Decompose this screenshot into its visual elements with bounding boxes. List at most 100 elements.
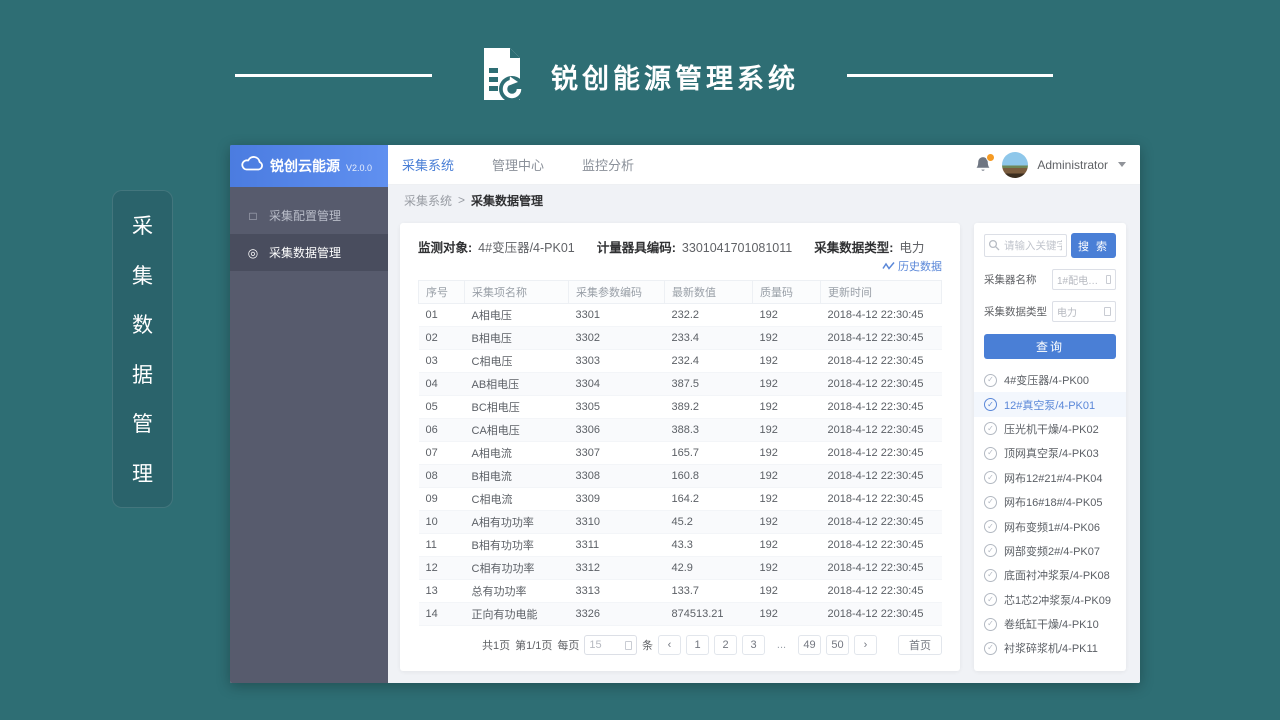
cell-update-time: 2018-4-12 22:30:45 [821,580,942,603]
page-number-button[interactable]: 2 [714,635,737,655]
collector-select[interactable]: 1#配电柜采集器 [1052,269,1116,290]
cell-latest-value: 232.4 [665,350,753,373]
cell-update-time: 2018-4-12 22:30:45 [821,396,942,419]
check-circle-icon: ✓ [984,447,997,460]
datatype-label: 采集数据类型 [984,304,1047,319]
page-number-button[interactable]: ... [770,635,793,655]
page-number-button[interactable]: 49 [798,635,821,655]
first-page-button[interactable]: 首页 [898,635,942,655]
notification-bell-icon[interactable] [975,156,993,174]
top-nav-item[interactable]: 管理中心 [492,155,544,174]
data-card: 监测对象: 4#变压器/4-PK01 计量器具编码: 3301041701081… [400,223,960,671]
device-list-item[interactable]: ✓ 网布变频1#/4-PK06 [984,514,1116,538]
cell-quality-code: 192 [753,557,821,580]
device-label: 12#真空泵/4-PK01 [1004,397,1095,413]
cell-quality-code: 192 [753,534,821,557]
cell-item-name: CA相电压 [465,419,569,442]
device-label: 网部变频2#/4-PK07 [1004,543,1100,559]
badge-char: 理 [132,458,153,488]
badge-char: 管 [132,408,153,438]
per-page-select[interactable]: 15 [584,635,637,655]
cell-update-time: 2018-4-12 22:30:45 [821,327,942,350]
device-list-item[interactable]: ✓ 网布12#21#/4-PK04 [984,466,1116,490]
device-label: 4#变压器/4-PK00 [1004,372,1089,388]
cell-latest-value: 387.5 [665,373,753,396]
query-button[interactable]: 查询 [984,334,1116,359]
device-list-item[interactable]: ✓ 顶网真空泵/4-PK03 [984,441,1116,465]
cell-update-time: 2018-4-12 22:30:45 [821,442,942,465]
user-name[interactable]: Administrator [1037,158,1108,172]
table-row: 03 C相电压 3303 232.4 192 2018-4-12 22:30:4… [419,350,942,373]
check-circle-icon: ✓ [984,544,997,557]
table-row: 08 B相电流 3308 160.8 192 2018-4-12 22:30:4… [419,465,942,488]
cell-latest-value: 42.9 [665,557,753,580]
monitor-info-bar: 监测对象: 4#变压器/4-PK01 计量器具编码: 3301041701081… [418,237,942,256]
table-header-cell: 采集项名称 [465,281,569,304]
table-row: 13 总有功功率 3313 133.7 192 2018-4-12 22:30:… [419,580,942,603]
next-page-button[interactable]: › [854,635,877,655]
table-header-cell: 更新时间 [821,281,942,304]
device-list-item[interactable]: ✓ 网布16#18#/4-PK05 [984,490,1116,514]
chevron-down-icon[interactable] [1118,162,1126,167]
device-list-item[interactable]: ✓ 压光机干燥/4-PK02 [984,417,1116,441]
data-type-value: 电力 [899,237,924,256]
cell-latest-value: 43.3 [665,534,753,557]
cell-param-code: 3308 [569,465,665,488]
dropdown-caret-icon [1106,275,1111,284]
history-link-label: 历史数据 [898,258,942,274]
vertical-title-badge: 采集数据管理 [112,190,173,508]
banner-rule-left [235,74,432,77]
table-row: 09 C相电流 3309 164.2 192 2018-4-12 22:30:4… [419,488,942,511]
sidebar-menu-item[interactable]: ◎ 采集数据管理 [230,234,388,271]
device-label: 芯1芯2冲浆泵/4-PK09 [1004,592,1111,608]
top-nav-item[interactable]: 监控分析 [582,155,634,174]
device-list-item[interactable]: ✓ 卷纸缸干燥/4-PK10 [984,612,1116,636]
page-number-button[interactable]: 1 [686,635,709,655]
cell-update-time: 2018-4-12 22:30:45 [821,419,942,442]
cell-update-time: 2018-4-12 22:30:45 [821,557,942,580]
cell-quality-code: 192 [753,327,821,350]
datatype-select[interactable]: 电力 [1052,301,1116,322]
logo-version: V2.0.0 [346,163,372,173]
device-label: 压光机干燥/4-PK02 [1004,421,1099,437]
top-nav-item[interactable]: 采集系统 [402,155,454,174]
cell-item-name: C相有功功率 [465,557,569,580]
check-circle-icon: ✓ [984,374,997,387]
check-circle-icon: ✓ [984,618,997,631]
table-header-cell: 质量码 [753,281,821,304]
sidebar-menu-item[interactable]: □ 采集配置管理 [230,197,388,234]
datatype-filter-row: 采集数据类型 电力 [984,301,1116,322]
cell-seq: 04 [419,373,465,396]
check-circle-icon: ✓ [984,398,997,411]
cell-update-time: 2018-4-12 22:30:45 [821,465,942,488]
document-sync-icon [472,44,530,104]
cell-item-name: 正向有功电能 [465,603,569,626]
cell-seq: 07 [419,442,465,465]
device-list-item[interactable]: ✓ 12#真空泵/4-PK01 [974,392,1126,416]
table-header-cell: 序号 [419,281,465,304]
prev-page-button[interactable]: ‹ [658,635,681,655]
breadcrumb-separator: > [458,193,465,207]
cell-seq: 01 [419,304,465,327]
dropdown-caret-icon [625,641,632,650]
user-cluster: Administrator [975,152,1126,178]
avatar[interactable] [1002,152,1028,178]
search-button[interactable]: 搜 索 [1071,233,1116,258]
logo-text: 锐创云能源 [270,156,340,176]
table-row: 06 CA相电压 3306 388.3 192 2018-4-12 22:30:… [419,419,942,442]
cell-update-time: 2018-4-12 22:30:45 [821,304,942,327]
device-label: 网布12#21#/4-PK04 [1004,470,1102,486]
breadcrumb-section[interactable]: 采集系统 [404,192,452,209]
page-number-button[interactable]: 50 [826,635,849,655]
device-list-item[interactable]: ✓ 底面衬冲浆泵/4-PK08 [984,563,1116,587]
history-data-link[interactable]: 历史数据 [882,258,942,274]
device-list-item[interactable]: ✓ 衬浆碎浆机/4-PK11 [984,636,1116,660]
cell-param-code: 3313 [569,580,665,603]
cell-latest-value: 389.2 [665,396,753,419]
device-list-item[interactable]: ✓ 芯1芯2冲浆泵/4-PK09 [984,588,1116,612]
cell-param-code: 3303 [569,350,665,373]
page-number-button[interactable]: 3 [742,635,765,655]
device-list-item[interactable]: ✓ 网部变频2#/4-PK07 [984,539,1116,563]
cell-update-time: 2018-4-12 22:30:45 [821,488,942,511]
device-list-item[interactable]: ✓ 4#变压器/4-PK00 [984,368,1116,392]
